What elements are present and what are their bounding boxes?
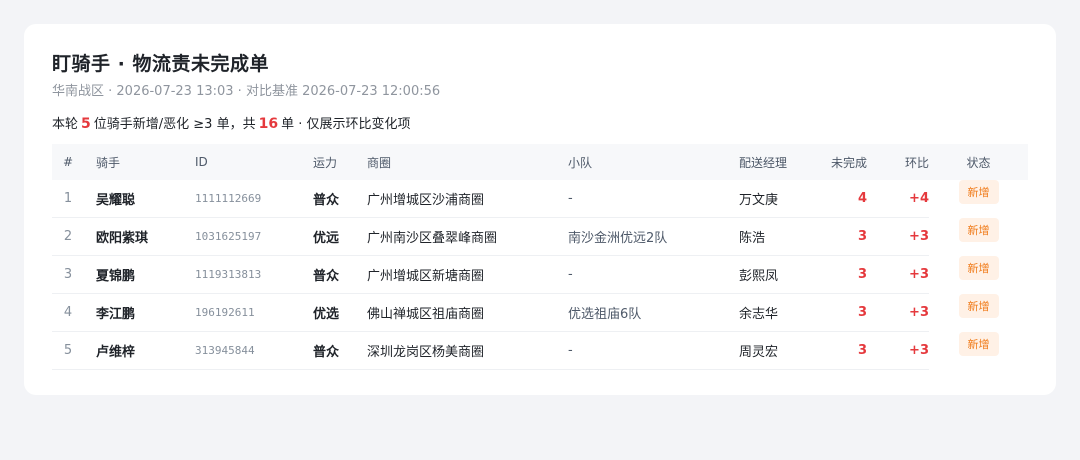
summary-order-count: 16 [258,116,279,132]
cell-status: 新增 [929,293,1028,332]
report-card: 盯骑手 · 物流责未完成单 华南战区 · 2026-07-23 13:03 · … [24,24,1056,395]
table-row: 5 卢维梓 313945844 普众 深圳龙岗区杨美商圈 - 周灵宏 3 +3 … [52,331,1028,370]
cell-rider-id: 1031625197 [183,217,301,256]
cell-capacity: 优选 [301,293,367,332]
cell-status: 新增 [929,179,1028,218]
page-title: 盯骑手 · 物流责未完成单 [52,53,269,75]
cell-manager: 陈浩 [729,217,824,256]
cell-manager: 周灵宏 [729,331,824,370]
table-row: 1 吴耀聪 1111112669 普众 广州增城区沙浦商圈 - 万文庚 4 +4… [52,179,1028,218]
cell-index: 1 [52,180,84,218]
col-header-change: 环比 [904,155,929,170]
cell-area: 广州南沙区叠翠峰商圈 [367,217,568,256]
cell-index: 2 [52,217,84,256]
cell-area: 广州增城区沙浦商圈 [367,180,568,218]
cell-capacity: 优远 [301,217,367,256]
cell-change: +3 [867,331,929,370]
cell-team: 南沙金洲优远2队 [568,217,729,256]
cell-rider-name: 卢维梓 [84,331,183,370]
cell-change: +4 [867,180,929,218]
cell-team: - [568,180,729,218]
cell-rider-id: 196192611 [183,293,301,332]
status-badge: 新增 [958,179,999,204]
cell-rider-id: 1119313813 [183,255,301,294]
cell-status: 新增 [929,255,1028,294]
col-header-team: 小队 [568,155,593,170]
cell-team: 优选祖庙6队 [568,293,729,332]
cell-index: 3 [52,255,84,294]
status-badge: 新增 [958,217,999,242]
cell-manager: 万文庚 [729,180,824,218]
cell-rider-name: 李江鹏 [84,293,183,332]
table-header-row: # 骑手 ID 运力 商圈 小队 配送经理 未完成 环比 状态 [52,144,1028,180]
cell-unfinished: 4 [824,180,867,218]
summary-line: 本轮 5 位骑手新增/恶化 ≥3 单，共 16 单 · 仅展示环比变化项 [52,113,410,132]
cell-unfinished: 3 [824,217,867,256]
cell-change: +3 [867,217,929,256]
col-header-capacity: 运力 [313,155,338,170]
summary-prefix: 本轮 [52,117,79,132]
col-header-unfinished: 未完成 [830,155,867,170]
col-header-id: ID [195,155,208,169]
col-header-area: 商圈 [367,155,392,170]
cell-team: - [568,331,729,370]
status-badge: 新增 [958,293,999,318]
cell-rider-name: 欧阳紫琪 [84,217,183,256]
cell-status: 新增 [929,217,1028,256]
status-badge: 新增 [958,331,999,356]
cell-capacity: 普众 [301,180,367,218]
cell-rider-name: 夏锦鹏 [84,255,183,294]
status-badge: 新增 [958,255,999,280]
table-row: 3 夏锦鹏 1119313813 普众 广州增城区新塘商圈 - 彭熙凤 3 +3… [52,255,1028,294]
cell-manager: 彭熙凤 [729,255,824,294]
table-row: 4 李江鹏 196192611 优选 佛山禅城区祖庙商圈 优选祖庙6队 余志华 … [52,293,1028,332]
cell-unfinished: 3 [824,331,867,370]
cell-manager: 余志华 [729,293,824,332]
cell-area: 佛山禅城区祖庙商圈 [367,293,568,332]
cell-change: +3 [867,293,929,332]
cell-area: 广州增城区新塘商圈 [367,255,568,294]
cell-team: - [568,255,729,294]
cell-status: 新增 [929,331,1028,370]
cell-unfinished: 3 [824,293,867,332]
cell-index: 5 [52,331,84,370]
cell-change: +3 [867,255,929,294]
summary-rider-count: 5 [81,116,91,132]
col-header-status: 状态 [966,155,991,170]
summary-suffix: 单 · 仅展示环比变化项 [281,117,411,132]
cell-capacity: 普众 [301,255,367,294]
cell-index: 4 [52,293,84,332]
cell-capacity: 普众 [301,331,367,370]
cell-unfinished: 3 [824,255,867,294]
cell-area: 深圳龙岗区杨美商圈 [367,331,568,370]
col-header-index: # [62,155,74,169]
table-row: 2 欧阳紫琪 1031625197 优远 广州南沙区叠翠峰商圈 南沙金洲优远2队… [52,217,1028,256]
col-header-manager: 配送经理 [739,155,788,170]
cell-rider-id: 313945844 [183,331,301,370]
col-header-rider: 骑手 [96,155,121,170]
cell-rider-id: 1111112669 [183,180,301,218]
summary-mid: 位骑手新增/恶化 ≥3 单，共 [93,117,256,132]
page-subtitle: 华南战区 · 2026-07-23 13:03 · 对比基准 2026-07-2… [52,84,441,99]
rider-table: # 骑手 ID 运力 商圈 小队 配送经理 未完成 环比 状态 1 吴耀聪 11… [52,144,1028,370]
cell-rider-name: 吴耀聪 [84,180,183,218]
